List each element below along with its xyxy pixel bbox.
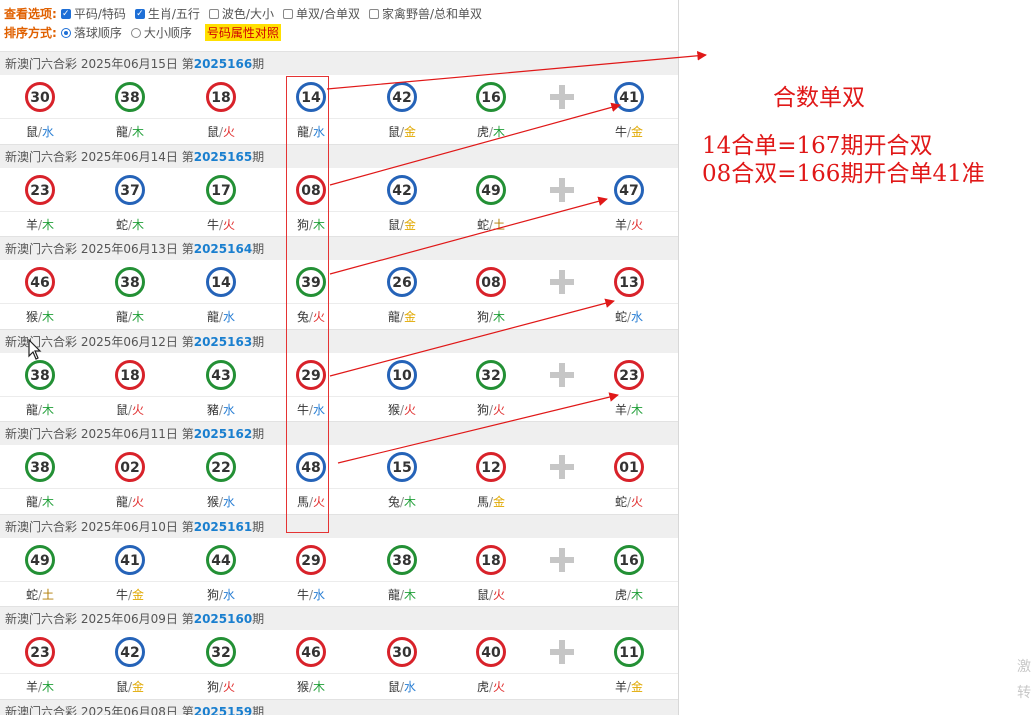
arrow-14 [326,50,707,90]
arrow-48 [337,392,619,464]
watermark-line-2: 转 [1017,685,1031,701]
annotation-heading: 合数单双 [773,85,865,111]
arrow-39 [329,196,608,275]
annotation-arrows [326,50,707,464]
arrow-08 [329,102,621,186]
annotation-line-2: 08合双=166期开合单41准 [702,161,985,187]
watermark-line-1: 激 [1017,659,1031,675]
arrow-29 [329,298,615,377]
